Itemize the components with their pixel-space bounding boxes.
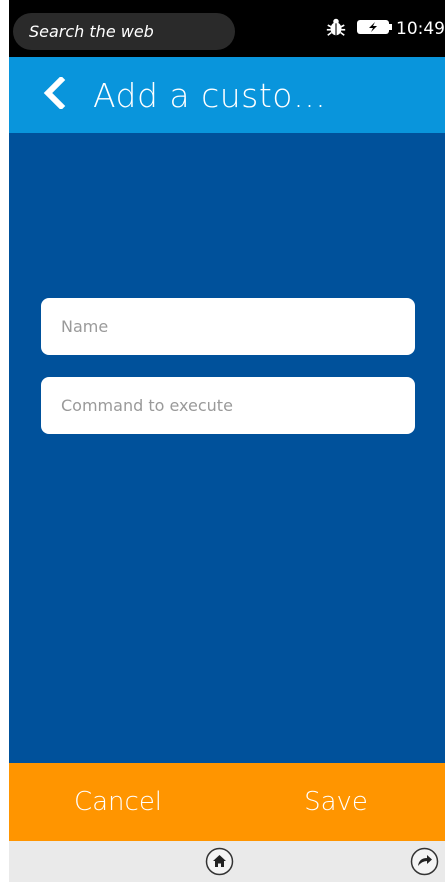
cancel-button[interactable]: Cancel <box>9 763 227 841</box>
action-bar: Cancel Save <box>9 763 445 841</box>
header: Add a custo… <box>9 57 445 133</box>
home-button[interactable] <box>205 847 234 876</box>
save-button[interactable]: Save <box>227 763 445 841</box>
chevron-left-icon <box>41 75 67 113</box>
search-bar[interactable]: Search the web <box>13 13 235 50</box>
status-icons: 10:49 <box>325 0 445 57</box>
forward-button[interactable] <box>410 847 439 876</box>
app-screen: Search the web 10:49 Add a custo… Name C… <box>9 0 445 882</box>
back-button[interactable] <box>9 57 67 133</box>
home-icon <box>205 847 234 880</box>
bug-icon <box>325 16 357 42</box>
status-bar: Search the web 10:49 <box>9 0 445 57</box>
form-area <box>9 133 445 763</box>
software-home-bar <box>9 841 445 882</box>
forward-icon <box>410 847 439 880</box>
page-title: Add a custo… <box>93 75 327 115</box>
command-input[interactable] <box>41 377 415 434</box>
battery-charging-icon <box>357 19 396 39</box>
name-input[interactable] <box>41 298 415 355</box>
status-clock: 10:49 <box>396 18 445 39</box>
